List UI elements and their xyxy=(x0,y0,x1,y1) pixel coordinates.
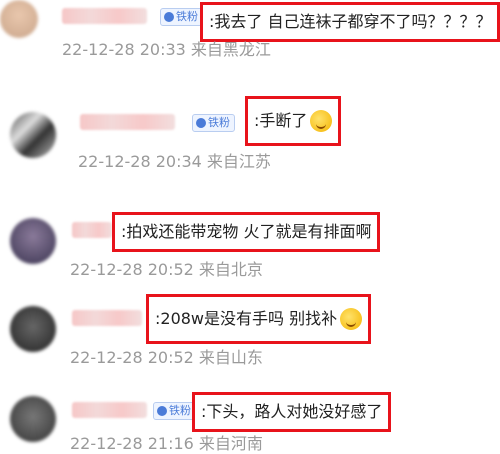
comment-meta: 22-12-28 20:33 来自黑龙江 xyxy=(62,36,271,60)
username-blurred[interactable] xyxy=(72,222,112,238)
comment-location: 来自黑龙江 xyxy=(190,40,271,59)
comment-row: :拍戏还能带宠物 火了就是有排面啊 22-12-28 20:52 来自北京 xyxy=(0,200,500,288)
comment-text: :我去了 自己连袜子都穿不了吗？？？？ xyxy=(209,12,492,31)
fan-badge: 铁粉 xyxy=(192,114,235,132)
comment-time: 22-12-28 20:33 xyxy=(62,40,186,59)
comment-row: 铁粉 :下头，路人对她没好感了 22-12-28 21:16 来自河南 xyxy=(0,378,500,453)
comment-meta: 22-12-28 20:52 来自山东 xyxy=(70,344,263,368)
comment-meta: 22-12-28 20:52 来自北京 xyxy=(70,256,263,280)
comment-text: :拍戏还能带宠物 火了就是有排面啊 xyxy=(121,222,372,241)
comment-text-highlight: :下头，路人对她没好感了 xyxy=(192,392,392,432)
emoji-icon xyxy=(340,308,363,330)
comment-time: 22-12-28 20:52 xyxy=(70,348,194,367)
comment-text: :下头，路人对她没好感了 xyxy=(201,402,383,421)
comment-meta: 22-12-28 20:34 来自江苏 xyxy=(78,148,271,172)
username-blurred[interactable] xyxy=(72,402,147,418)
username-blurred[interactable] xyxy=(72,310,142,326)
comment-row: :208w是没有手吗 别找补 22-12-28 20:52 来自山东 xyxy=(0,288,500,378)
comment-text: :208w是没有手吗 别找补 xyxy=(155,309,338,328)
emoji-icon xyxy=(310,110,333,132)
username-blurred[interactable] xyxy=(62,8,147,24)
username-blurred[interactable] xyxy=(80,114,175,130)
comment-location: 来自江苏 xyxy=(206,152,271,171)
fan-badge-icon xyxy=(157,406,167,416)
fan-badge-icon xyxy=(196,118,206,128)
comment-text-highlight: :208w是没有手吗 别找补 xyxy=(146,294,372,344)
fan-badge: 铁粉 xyxy=(160,8,203,26)
comment-text: :手断了 xyxy=(254,111,308,130)
comment-row: 铁粉 :我去了 自己连袜子都穿不了吗？？？？ 22-12-28 20:33 来自… xyxy=(0,0,500,90)
comment-location: 来自山东 xyxy=(198,348,263,367)
avatar[interactable] xyxy=(10,112,56,158)
comment-location: 来自北京 xyxy=(198,260,263,279)
comment-text-highlight: :拍戏还能带宠物 火了就是有排面啊 xyxy=(112,212,381,252)
fan-badge-icon xyxy=(164,12,174,22)
comment-row: 铁粉 :手断了 22-12-28 20:34 来自江苏 xyxy=(0,90,500,200)
comment-meta: 22-12-28 21:16 来自河南 xyxy=(70,430,263,454)
avatar[interactable] xyxy=(10,396,56,442)
avatar[interactable] xyxy=(0,0,38,38)
comment-time: 22-12-28 20:34 xyxy=(78,152,202,171)
comment-text-highlight: :手断了 xyxy=(245,96,342,146)
comment-time: 22-12-28 21:16 xyxy=(70,434,194,453)
fan-badge: 铁粉 xyxy=(153,402,196,420)
comment-time: 22-12-28 20:52 xyxy=(70,260,194,279)
avatar[interactable] xyxy=(10,218,56,264)
comment-location: 来自河南 xyxy=(198,434,263,453)
avatar[interactable] xyxy=(10,306,56,352)
